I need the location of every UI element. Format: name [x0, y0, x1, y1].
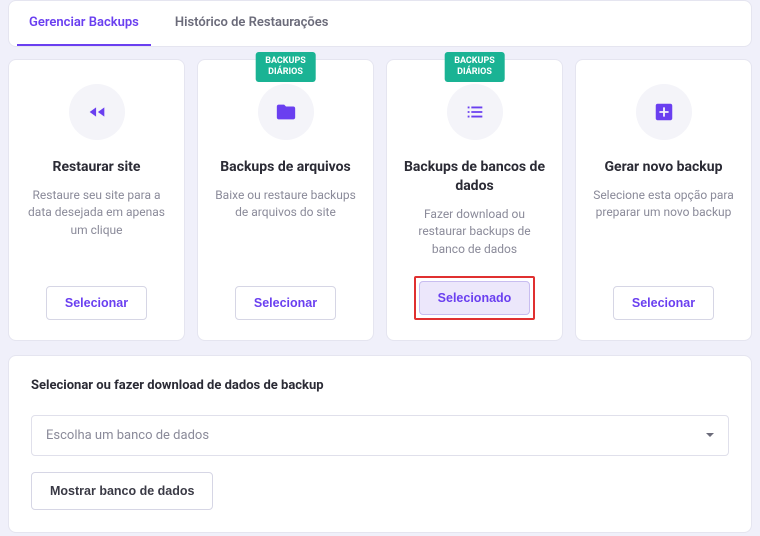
card-desc: Restaure seu site para a data desejada e… — [23, 187, 170, 268]
selected-button[interactable]: Selecionado — [419, 281, 531, 315]
card-title: Restaurar site — [53, 158, 141, 177]
tab-manage-backups[interactable]: Gerenciar Backups — [17, 1, 151, 46]
folder-icon — [258, 84, 314, 140]
selected-highlight: Selecionado — [414, 276, 536, 320]
card-restore-site: Restaurar site Restaure seu site para a … — [8, 59, 185, 341]
card-file-backups: BACKUPS DIÁRIOS Backups de arquivos Baix… — [197, 59, 374, 341]
download-panel: Selecionar ou fazer download de dados de… — [8, 355, 752, 533]
add-file-icon — [636, 84, 692, 140]
show-database-button[interactable]: Mostrar banco de dados — [31, 472, 213, 510]
cards-row: Restaurar site Restaure seu site para a … — [8, 59, 752, 341]
rewind-icon — [69, 84, 125, 140]
tab-restore-history[interactable]: Histórico de Restaurações — [163, 1, 341, 46]
card-title: Backups de arquivos — [220, 158, 351, 177]
card-desc: Baixe ou restaure backups de arquivos do… — [212, 187, 359, 268]
select-button[interactable]: Selecionar — [46, 286, 147, 320]
card-title: Gerar novo backup — [605, 158, 723, 177]
card-db-backups: BACKUPS DIÁRIOS Backups de bancos de dad… — [386, 59, 563, 341]
database-select[interactable]: Escolha um banco de dados — [31, 415, 729, 456]
card-new-backup: Gerar novo backup Selecione esta opção p… — [575, 59, 752, 341]
card-desc: Fazer download ou restaurar backups de b… — [401, 206, 548, 258]
select-button[interactable]: Selecionar — [235, 286, 336, 320]
panel-title: Selecionar ou fazer download de dados de… — [31, 378, 729, 393]
select-button[interactable]: Selecionar — [613, 286, 714, 320]
select-placeholder: Escolha um banco de dados — [46, 428, 209, 443]
card-title: Backups de bancos de dados — [401, 158, 548, 196]
chevron-down-icon — [706, 433, 714, 437]
tab-bar: Gerenciar Backups Histórico de Restauraç… — [8, 0, 752, 47]
daily-backups-badge: BACKUPS DIÁRIOS — [444, 52, 505, 82]
card-desc: Selecione esta opção para preparar um no… — [590, 187, 737, 268]
list-icon — [447, 84, 503, 140]
daily-backups-badge: BACKUPS DIÁRIOS — [255, 52, 316, 82]
